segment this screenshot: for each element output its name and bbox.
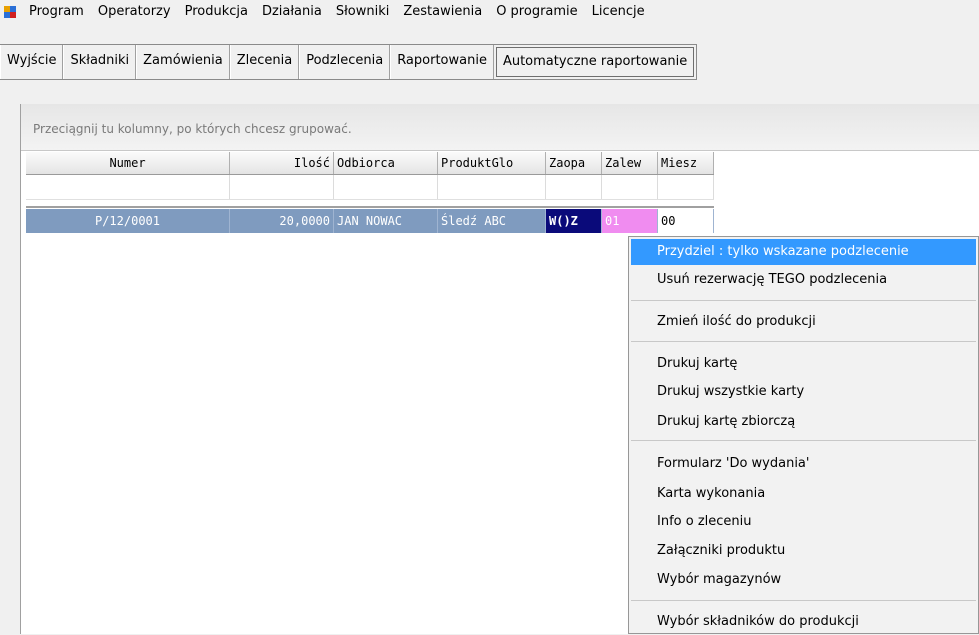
ctx-drukuj-zbiorcza[interactable]: Drukuj kartę zbiorczą — [631, 409, 976, 435]
filter-row — [26, 175, 714, 200]
filter-cell[interactable] — [658, 175, 714, 199]
column-header-zaopa[interactable]: Zaopa — [546, 152, 602, 174]
raportowanie-button[interactable]: Raportowanie — [390, 45, 494, 79]
grid-separator — [26, 206, 714, 208]
cell-odbiorca[interactable]: JAN NOWAC — [334, 209, 438, 233]
menu-produkcja[interactable]: Produkcja — [178, 0, 255, 24]
column-header-ilosc[interactable]: Ilość — [230, 152, 334, 174]
menu-licencje[interactable]: Licencje — [585, 0, 652, 24]
app-icon — [4, 6, 16, 18]
column-header-numer[interactable]: Numer — [26, 152, 230, 174]
ctx-formularz-do-wydania[interactable]: Formularz 'Do wydania' — [631, 451, 976, 477]
filter-cell[interactable] — [438, 175, 546, 199]
grid-header: Numer Ilość Odbiorca ProduktGlo Zaopa Za… — [26, 152, 714, 175]
filter-cell[interactable] — [334, 175, 438, 199]
ctx-drukuj-karte[interactable]: Drukuj kartę — [631, 351, 976, 377]
ctx-przydziel[interactable]: Przydziel : tylko wskazane podzlecenie — [631, 239, 976, 265]
ctx-wybor-skladnikow[interactable]: Wybór składników do produkcji — [631, 609, 976, 635]
podzlecenia-button[interactable]: Podzlecenia — [299, 45, 391, 79]
ctx-info-o-zleceniu[interactable]: Info o zleceniu — [631, 509, 976, 535]
group-by-hint: Przeciągnij tu kolumny, po których chces… — [33, 122, 352, 136]
menu-separator — [631, 440, 976, 441]
cell-produktglo[interactable]: Śledź ABC — [438, 209, 546, 233]
filter-cell[interactable] — [230, 175, 334, 199]
cell-numer[interactable]: P/12/0001 — [26, 209, 230, 233]
menu-program[interactable]: Program — [22, 0, 91, 24]
filter-cell[interactable] — [602, 175, 658, 199]
ctx-usun-rezerwacje[interactable]: Usuń rezerwację TEGO podzlecenia — [631, 267, 976, 293]
auto-raportowanie-button[interactable]: Automatyczne raportowanie — [495, 47, 695, 77]
menu-bar: Program Operatorzy Produkcja Działania S… — [0, 0, 979, 24]
toolbar: Wyjście Składniki Zamówienia Zlecenia Po… — [0, 44, 698, 80]
cell-miesz[interactable]: 00 — [658, 209, 714, 233]
menu-separator — [631, 600, 976, 601]
menu-o-programie[interactable]: O programie — [489, 0, 584, 24]
menu-dzialania[interactable]: Działania — [255, 0, 329, 24]
zlecenia-button[interactable]: Zlecenia — [229, 45, 300, 79]
cell-zaopa[interactable]: W()Z — [546, 209, 602, 233]
column-header-produktglo[interactable]: ProduktGlo — [438, 152, 546, 174]
table-row[interactable]: P/12/0001 20,0000 JAN NOWAC Śledź ABC W(… — [26, 209, 714, 233]
ctx-drukuj-wszystkie[interactable]: Drukuj wszystkie karty — [631, 379, 976, 405]
ctx-zmien-ilosc[interactable]: Zmień ilość do produkcji — [631, 309, 976, 335]
cell-zalew[interactable]: 01 — [602, 209, 658, 233]
data-grid: Numer Ilość Odbiorca ProduktGlo Zaopa Za… — [26, 152, 714, 233]
filter-cell[interactable] — [546, 175, 602, 199]
zamowienia-button[interactable]: Zamówienia — [136, 45, 230, 79]
cell-ilosc[interactable]: 20,0000 — [230, 209, 334, 233]
group-by-area[interactable]: Przeciągnij tu kolumny, po których chces… — [21, 104, 979, 151]
column-header-odbiorca[interactable]: Odbiorca — [334, 152, 438, 174]
column-header-zalew[interactable]: Zalew — [602, 152, 658, 174]
menu-zestawienia[interactable]: Zestawienia — [396, 0, 489, 24]
menu-separator — [631, 300, 976, 301]
context-menu: Przydziel : tylko wskazane podzlecenie U… — [628, 236, 979, 634]
exit-button[interactable]: Wyjście — [0, 45, 64, 79]
filter-cell[interactable] — [26, 175, 230, 199]
column-header-miesz[interactable]: Miesz — [658, 152, 714, 174]
menu-slowniki[interactable]: Słowniki — [329, 0, 397, 24]
ctx-karta-wykonania[interactable]: Karta wykonania — [631, 481, 976, 507]
ctx-zalaczniki-produktu[interactable]: Załączniki produktu — [631, 538, 976, 564]
menu-separator — [631, 341, 976, 342]
skladniki-button[interactable]: Składniki — [63, 45, 137, 79]
menu-operatorzy[interactable]: Operatorzy — [91, 0, 178, 24]
ctx-wybor-magazynow[interactable]: Wybór magazynów — [631, 567, 976, 593]
